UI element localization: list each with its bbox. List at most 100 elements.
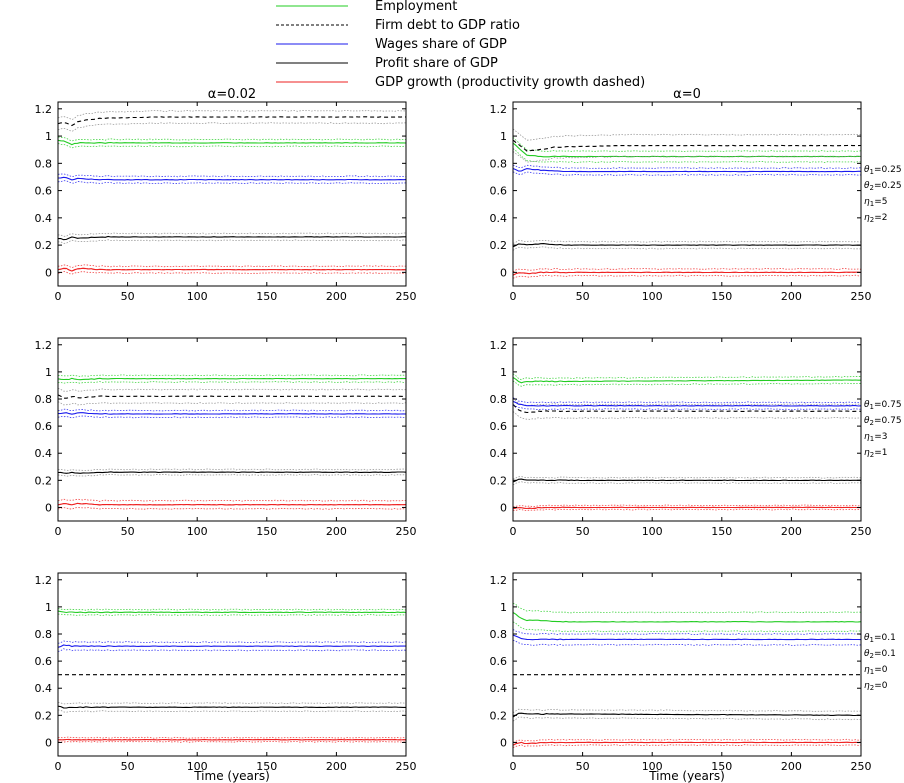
y-tick-label: 0.4 <box>35 212 53 225</box>
x-tick-label: 50 <box>121 760 135 773</box>
y-tick-label: 0.2 <box>490 474 508 487</box>
band-debt-lower <box>513 411 861 420</box>
x-tick-label: 200 <box>326 525 347 538</box>
band-debt-upper <box>513 397 861 407</box>
band-wages-lower <box>513 639 861 646</box>
series-wages <box>513 400 861 407</box>
band-wages-lower <box>58 415 406 419</box>
axes-frame <box>512 337 862 522</box>
legend-label: GDP growth (productivity growth dashed) <box>375 75 645 90</box>
axes-frame <box>57 101 407 287</box>
band-growth-lower <box>58 740 406 743</box>
x-axis-label: Time (years) <box>193 769 270 783</box>
y-tick-label: 0.8 <box>490 157 508 170</box>
band-debt-upper <box>58 109 406 121</box>
panels: 00.20.40.60.811.20 50 100 150 200 250α=0.0200… <box>35 87 902 783</box>
series-wages <box>513 167 861 173</box>
series-employment <box>513 612 861 623</box>
y-tick-label: 0.4 <box>490 447 508 460</box>
param-annotation: θ1=0.75 <box>864 400 902 411</box>
x-tick-label: 200 <box>781 290 802 303</box>
y-tick-label: 0.6 <box>490 185 508 198</box>
band-profit-upper <box>513 476 861 480</box>
legend-label: Employment <box>375 0 457 14</box>
x-tick-label: 0 <box>510 290 517 303</box>
y-tick-label: 0.2 <box>490 709 508 722</box>
x-tick-label: 200 <box>781 760 802 773</box>
y-tick-label: 0.8 <box>35 157 53 170</box>
param-annotation: η1=5 <box>864 197 887 208</box>
band-wages-upper <box>58 640 406 644</box>
band-wages-upper <box>58 173 406 178</box>
band-profit-lower <box>58 709 406 713</box>
plot-area <box>58 109 406 275</box>
x-tick-label: 150 <box>256 525 277 538</box>
y-tick-label: 0.8 <box>35 628 53 641</box>
param-annotation: η1=3 <box>864 432 887 443</box>
x-tick-label: 250 <box>396 525 417 538</box>
y-tick-label: 1 <box>45 366 52 379</box>
panel-title: α=0 <box>673 87 701 102</box>
param-annotation: θ2=0.25 <box>864 181 902 192</box>
series-profit <box>58 471 406 474</box>
y-tick-label: 0 <box>500 736 507 749</box>
x-tick-label: 50 <box>121 525 135 538</box>
x-tick-label: 100 <box>187 525 208 538</box>
legend-label: Wages share of GDP <box>375 37 507 52</box>
band-employment-lower <box>513 621 861 633</box>
band-employment-upper <box>513 602 861 614</box>
band-profit-upper <box>513 239 861 244</box>
y-tick-label: 1.2 <box>35 103 53 116</box>
param-annotation: η1=0 <box>864 665 888 676</box>
band-growth-upper <box>58 264 406 269</box>
band-profit-upper <box>58 702 406 705</box>
x-tick-label: 100 <box>642 525 663 538</box>
band-growth-upper <box>513 504 861 508</box>
y-tick-label: 0.8 <box>35 393 53 406</box>
plot-area <box>58 374 406 510</box>
y-tick-label: 0 <box>500 501 507 514</box>
band-growth-upper <box>513 267 861 273</box>
band-employment-upper <box>513 137 861 153</box>
y-tick-label: 1 <box>500 130 507 143</box>
x-tick-label: 0 <box>55 760 62 773</box>
plot-area <box>513 602 861 748</box>
band-employment-upper <box>513 373 861 381</box>
plot-area <box>513 128 861 279</box>
x-tick-label: 50 <box>576 525 590 538</box>
band-growth-lower <box>513 744 861 748</box>
band-growth-upper <box>58 736 406 739</box>
chart-panel-row3-col2: 00.20.40.60.811.20 50 100 150 200 250Time (ye… <box>490 572 896 783</box>
y-tick-label: 1.2 <box>35 339 53 352</box>
x-tick-label: 50 <box>121 290 135 303</box>
x-tick-label: 150 <box>711 525 732 538</box>
param-annotation: η2=0 <box>864 681 888 692</box>
y-tick-label: 1 <box>500 366 507 379</box>
band-growth-lower <box>58 270 406 275</box>
band-employment-lower <box>58 381 406 384</box>
x-tick-label: 0 <box>55 290 62 303</box>
chart-panel-row2-col2: 0 0.2 0.4 0.6 0.8 1 1.2 0 50 100 150 200 250 θ1=0.75 θ… <box>490 337 902 538</box>
y-tick-label: 0.4 <box>35 447 53 460</box>
band-profit-lower <box>58 239 406 244</box>
band-wages-lower <box>58 180 406 185</box>
y-tick-label: 0.6 <box>490 655 508 668</box>
y-tick-label: 0.4 <box>35 682 53 695</box>
param-annotation: θ2=0.1 <box>864 649 896 660</box>
band-growth-lower <box>513 508 861 511</box>
series-debt <box>513 139 861 152</box>
x-axis-label: Time (years) <box>648 769 725 783</box>
band-employment-upper <box>58 374 406 378</box>
band-debt-lower <box>58 122 406 132</box>
x-tick-label: 250 <box>396 760 417 773</box>
band-wages-lower <box>58 648 406 652</box>
y-tick-label: 0.6 <box>490 420 508 433</box>
y-tick-label: 0.4 <box>490 212 508 225</box>
band-growth-lower <box>58 507 406 510</box>
y-tick-label: 1.2 <box>490 339 508 352</box>
band-debt-upper <box>58 387 406 392</box>
axes-frame <box>57 337 407 522</box>
band-wages-upper <box>58 408 406 412</box>
y-tick-label: 0.2 <box>35 239 53 252</box>
param-annotation: θ1=0.25 <box>864 165 902 176</box>
